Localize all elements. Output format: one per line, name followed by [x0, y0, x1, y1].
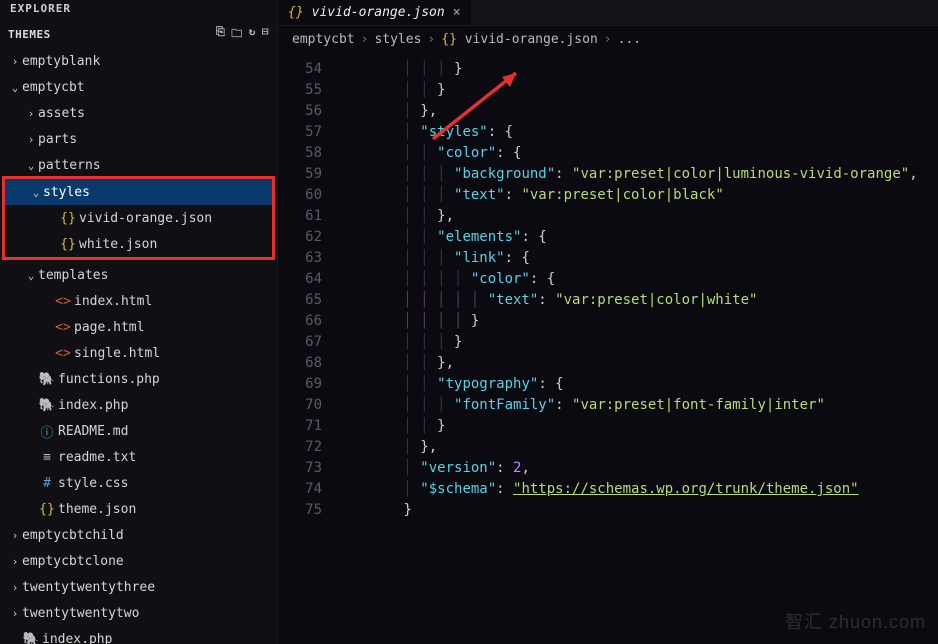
file-type-icon: {} — [59, 211, 77, 226]
chevron-icon: › — [8, 55, 22, 68]
section-actions: ⎘ 🗀 ↻ ⊟ — [216, 25, 269, 44]
file-type-icon: <> — [54, 294, 72, 309]
tree-label: emptycbtchild — [22, 528, 124, 543]
tree-file[interactable]: 🐘functions.php — [0, 366, 277, 392]
tree-folder[interactable]: ›emptycbtchild — [0, 522, 277, 548]
tree-file[interactable]: 🐘index.php — [0, 626, 277, 644]
tab-label: vivid-orange.json — [312, 5, 445, 20]
watermark: 智汇 zhuon.com — [785, 608, 926, 634]
breadcrumb-item[interactable]: ... — [618, 32, 641, 47]
file-type-icon: 🐘 — [38, 398, 56, 413]
tree-file[interactable]: <>index.html — [0, 288, 277, 314]
tree-folder[interactable]: ›emptyblank — [0, 48, 277, 74]
tree-label: README.md — [58, 424, 128, 439]
tree-file[interactable]: ⓘREADME.md — [0, 418, 277, 444]
file-type-icon: {} — [59, 237, 77, 252]
file-type-icon: 🐘 — [38, 372, 56, 387]
section-title: THEMES — [8, 28, 51, 41]
chevron-icon: › — [24, 107, 38, 120]
file-tree: ›emptyblank⌄emptycbt›assets›parts⌄patter… — [0, 48, 277, 644]
new-folder-icon[interactable]: 🗀 — [231, 25, 243, 44]
file-type-icon: <> — [54, 346, 72, 361]
tree-label: assets — [38, 106, 85, 121]
explorer-title: EXPLORER — [0, 0, 277, 21]
tree-label: parts — [38, 132, 77, 147]
tree-file[interactable]: {}vivid-orange.json — [5, 205, 272, 231]
chevron-icon: › — [24, 133, 38, 146]
tree-folder[interactable]: ›emptycbtclone — [0, 548, 277, 574]
file-type-icon: <> — [54, 320, 72, 335]
line-gutter: 5455565758596061626364656667686970717273… — [278, 53, 336, 644]
tree-file[interactable]: <>page.html — [0, 314, 277, 340]
tree-file[interactable]: {}white.json — [5, 231, 272, 257]
refresh-icon[interactable]: ↻ — [249, 25, 256, 44]
explorer-sidebar: EXPLORER THEMES ⎘ 🗀 ↻ ⊟ ›emptyblank⌄empt… — [0, 0, 278, 644]
breadcrumb-sep: › — [361, 32, 369, 47]
tree-label: twentytwentythree — [22, 580, 155, 595]
breadcrumb-item[interactable]: emptycbt — [292, 32, 355, 47]
tree-folder[interactable]: ⌄styles — [5, 179, 272, 205]
tree-folder[interactable]: ⌄templates — [0, 262, 277, 288]
tree-label: twentytwentytwo — [22, 606, 139, 621]
tree-file[interactable]: 🐘index.php — [0, 392, 277, 418]
breadcrumb-sep: › — [604, 32, 612, 47]
tree-label: single.html — [74, 346, 160, 361]
new-file-icon[interactable]: ⎘ — [216, 25, 225, 44]
tree-label: index.php — [42, 632, 112, 644]
tree-label: page.html — [74, 320, 144, 335]
tree-folder[interactable]: ›assets — [0, 100, 277, 126]
section-header: THEMES ⎘ 🗀 ↻ ⊟ — [0, 21, 277, 48]
tree-label: functions.php — [58, 372, 160, 387]
tree-folder[interactable]: ⌄emptycbt — [0, 74, 277, 100]
tree-folder[interactable]: ›twentytwentytwo — [0, 600, 277, 626]
tree-folder[interactable]: ⌄patterns — [0, 152, 277, 178]
tree-file[interactable]: {}theme.json — [0, 496, 277, 522]
tree-label: templates — [38, 268, 108, 283]
tree-label: white.json — [79, 237, 157, 252]
close-icon[interactable]: × — [453, 5, 461, 20]
tree-file[interactable]: #style.css — [0, 470, 277, 496]
tree-label: theme.json — [58, 502, 136, 517]
tree-label: emptyblank — [22, 54, 100, 69]
breadcrumb-sep: › — [427, 32, 435, 47]
chevron-icon: ⌄ — [24, 159, 38, 172]
tree-label: index.php — [58, 398, 128, 413]
tree-label: styles — [43, 185, 90, 200]
file-type-icon: ≡ — [38, 450, 56, 465]
file-type-icon: {} — [38, 502, 56, 517]
chevron-icon: ⌄ — [29, 186, 43, 199]
tree-label: emptycbtclone — [22, 554, 124, 569]
tree-label: readme.txt — [58, 450, 136, 465]
chevron-icon: › — [8, 581, 22, 594]
tree-label: patterns — [38, 158, 101, 173]
breadcrumb-item[interactable]: {} vivid-orange.json — [441, 32, 598, 47]
file-type-icon: 🐘 — [22, 632, 40, 644]
chevron-icon: › — [8, 555, 22, 568]
tree-file[interactable]: ≡readme.txt — [0, 444, 277, 470]
code-content[interactable]: │ │ │ } │ │ } │ }, │ "styles": { │ │ "co… — [336, 53, 938, 644]
chevron-icon: ⌄ — [8, 81, 22, 94]
breadcrumb-item[interactable]: styles — [374, 32, 421, 47]
chevron-icon: › — [8, 607, 22, 620]
tree-folder[interactable]: ›parts — [0, 126, 277, 152]
tree-label: index.html — [74, 294, 152, 309]
file-type-icon: ⓘ — [38, 422, 56, 441]
chevron-icon: ⌄ — [24, 269, 38, 282]
tree-label: emptycbt — [22, 80, 85, 95]
breadcrumb[interactable]: emptycbt › styles › {} vivid-orange.json ›... — [278, 26, 938, 53]
tree-label: style.css — [58, 476, 128, 491]
tree-file[interactable]: <>single.html — [0, 340, 277, 366]
file-type-icon: # — [38, 476, 56, 491]
tree-label: vivid-orange.json — [79, 211, 212, 226]
collapse-icon[interactable]: ⊟ — [262, 25, 269, 44]
json-icon: {} — [288, 5, 304, 20]
tree-folder[interactable]: ›twentytwentythree — [0, 574, 277, 600]
code-area[interactable]: 5455565758596061626364656667686970717273… — [278, 53, 938, 644]
tab-active[interactable]: {} vivid-orange.json × — [278, 0, 471, 25]
chevron-icon: › — [8, 529, 22, 542]
tab-bar: {} vivid-orange.json × — [278, 0, 938, 26]
editor-area: {} vivid-orange.json × emptycbt › styles › {… — [278, 0, 938, 644]
